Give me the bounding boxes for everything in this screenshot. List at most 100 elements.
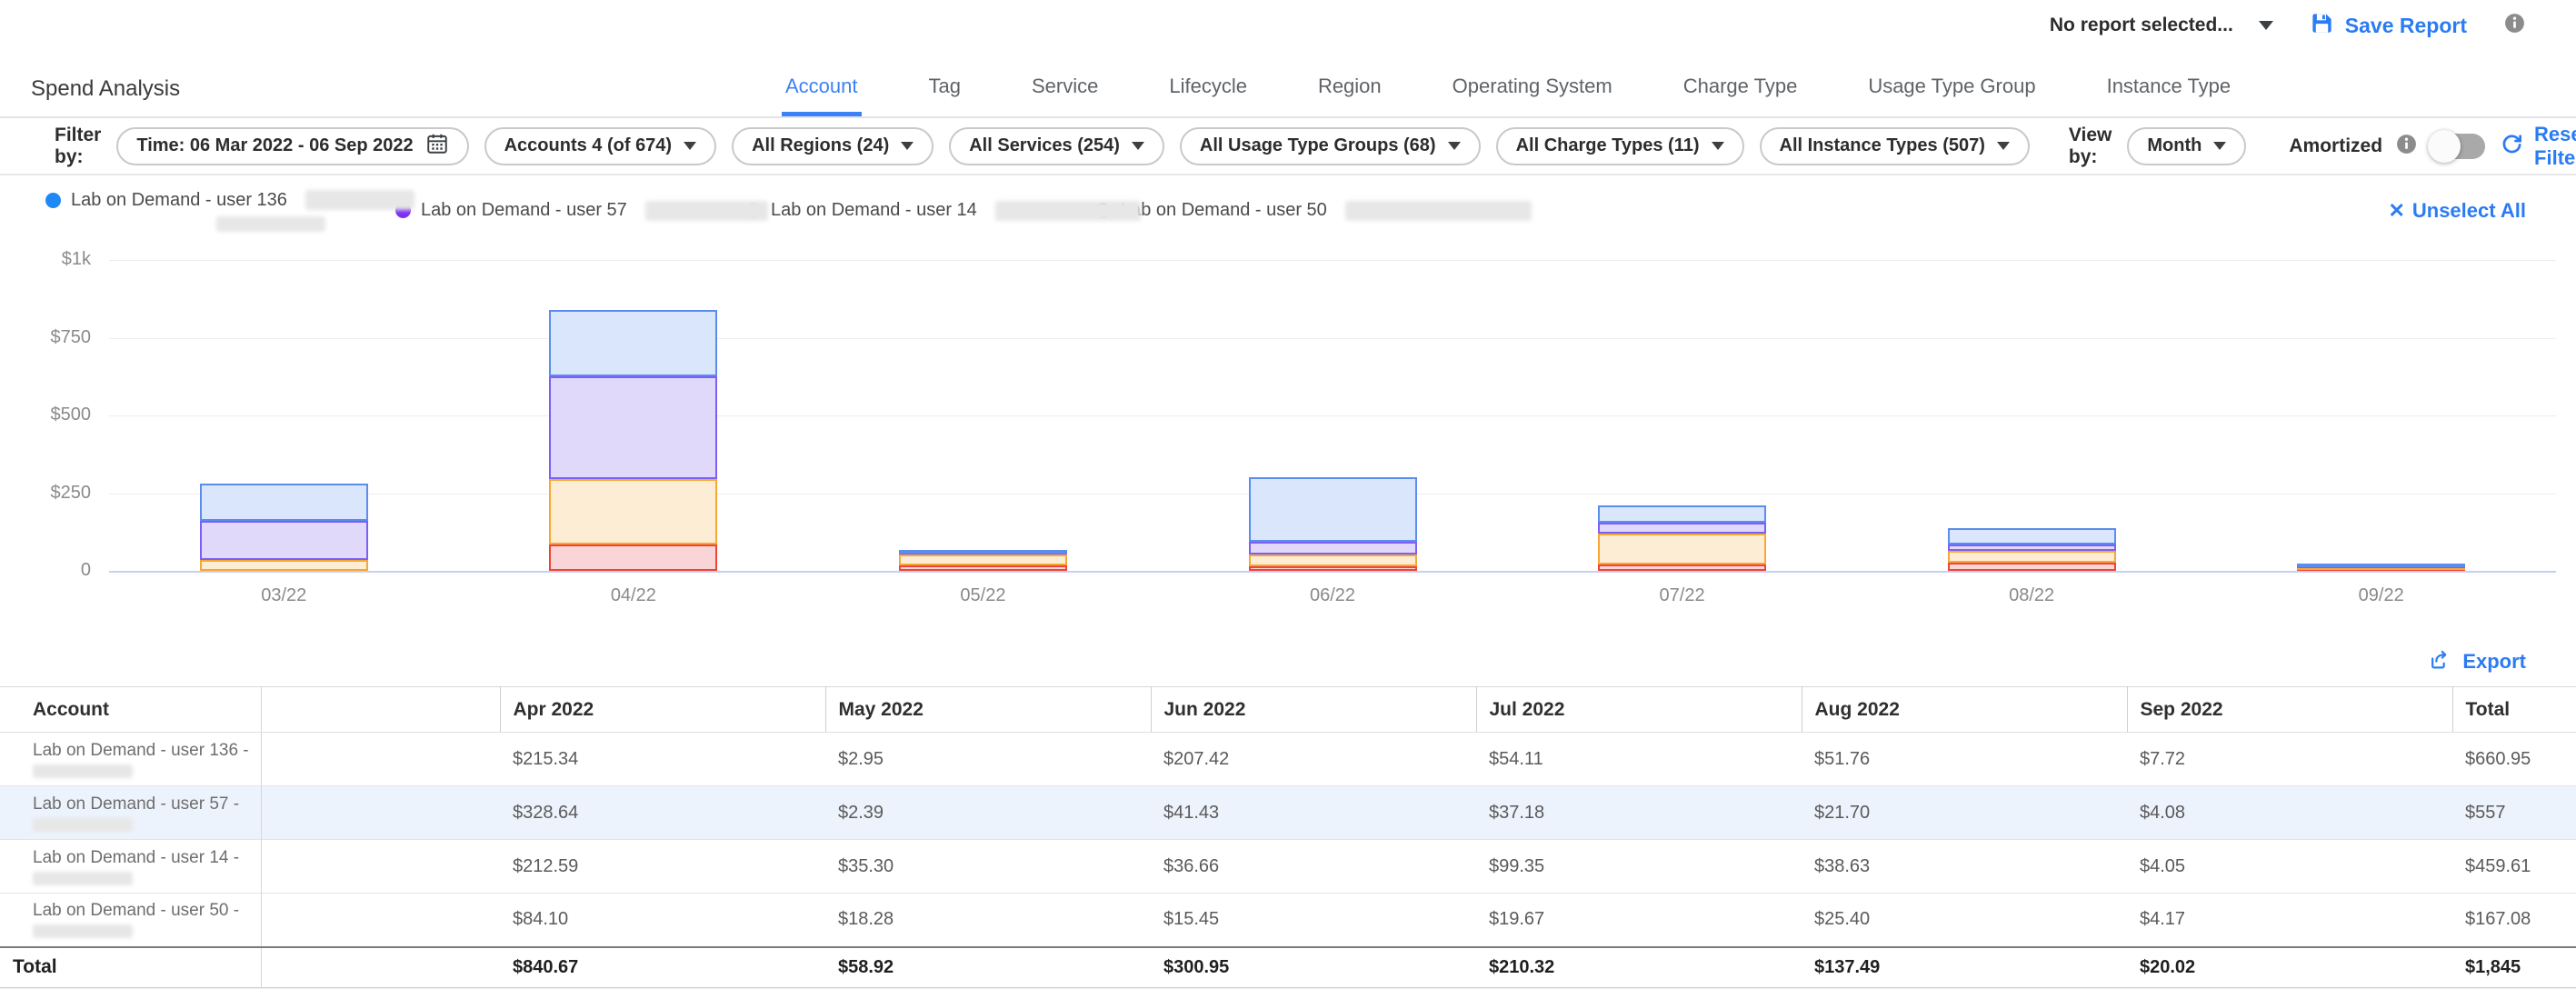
tab-account[interactable]: Account xyxy=(782,75,862,116)
info-icon[interactable] xyxy=(2395,133,2418,160)
gridline xyxy=(109,338,2556,339)
bar-segment[interactable] xyxy=(200,484,368,521)
refresh-icon xyxy=(2501,133,2523,160)
chevron-down-icon xyxy=(2213,142,2226,150)
cell-value: $215.34 xyxy=(500,733,825,786)
cell-value: $36.66 xyxy=(1151,840,1476,894)
amortized-toggle[interactable] xyxy=(2431,134,2485,159)
cell-total: $557 xyxy=(2452,786,2576,840)
column-header-account[interactable]: Account xyxy=(0,687,261,733)
bar-segment[interactable] xyxy=(899,550,1067,554)
column-header-total[interactable]: Total xyxy=(2452,687,2576,733)
table-row[interactable]: Lab on Demand - user 50 - $84.10 $18.28 … xyxy=(0,894,2576,947)
unselect-all-button[interactable]: ✕ Unselect All xyxy=(2388,199,2526,223)
chevron-down-icon xyxy=(1997,142,2010,150)
column-header-jul[interactable]: Jul 2022 xyxy=(1476,687,1802,733)
reset-filters-button[interactable]: Reset Filters xyxy=(2501,123,2576,170)
bar-segment[interactable] xyxy=(1598,505,1766,523)
bar-segment[interactable] xyxy=(1249,542,1417,554)
top-bar: No report selected... Save Report xyxy=(0,0,2576,51)
legend-item-user-50[interactable]: Lab on Demand - user 50 xyxy=(1095,200,1445,221)
bar-segment[interactable] xyxy=(200,560,368,571)
bar-segment[interactable] xyxy=(899,565,1067,571)
cell-value: $207.42 xyxy=(1151,733,1476,786)
bar-segment[interactable] xyxy=(1948,528,2116,544)
bar-segment[interactable] xyxy=(549,479,717,545)
column-header-sep[interactable]: Sep 2022 xyxy=(2127,687,2452,733)
instance-types-filter-value: All Instance Types (507) xyxy=(1780,135,1985,156)
cell-value: $328.64 xyxy=(500,786,825,840)
bar-segment[interactable] xyxy=(1249,554,1417,566)
usage-type-groups-filter-pill[interactable]: All Usage Type Groups (68) xyxy=(1180,127,1481,165)
table-row[interactable]: Lab on Demand - user 14 - $212.59 $35.30… xyxy=(0,840,2576,894)
tab-lifecycle[interactable]: Lifecycle xyxy=(1165,75,1251,116)
tab-tag[interactable]: Tag xyxy=(925,75,964,116)
column-header-may[interactable]: May 2022 xyxy=(825,687,1151,733)
time-filter-pill[interactable]: Time: 06 Mar 2022 - 06 Sep 2022 xyxy=(116,127,468,165)
close-icon: ✕ xyxy=(2388,199,2404,223)
save-report-button[interactable]: Save Report xyxy=(2310,11,2467,40)
tab-region[interactable]: Region xyxy=(1314,75,1385,116)
bar-segment[interactable] xyxy=(1249,477,1417,542)
chevron-down-icon xyxy=(2259,21,2273,30)
bar-segment[interactable] xyxy=(1598,523,1766,534)
redacted-text xyxy=(33,924,133,938)
services-filter-pill[interactable]: All Services (254) xyxy=(949,127,1164,165)
instance-types-filter-pill[interactable]: All Instance Types (507) xyxy=(1760,127,2030,165)
legend-item-user-136[interactable]: Lab on Demand - user 136 xyxy=(45,190,395,232)
x-axis-label: 04/22 xyxy=(611,585,656,606)
tab-service[interactable]: Service xyxy=(1028,75,1102,116)
cell-spacer xyxy=(261,733,500,786)
export-button[interactable]: Export xyxy=(2429,648,2526,675)
bar-segment[interactable] xyxy=(549,544,717,571)
report-selector-dropdown[interactable]: No report selected... xyxy=(2050,15,2273,36)
tab-charge-type[interactable]: Charge Type xyxy=(1680,75,1802,116)
account-name: Lab on Demand - user 50 - xyxy=(33,901,261,920)
bar-segment[interactable] xyxy=(1598,564,1766,571)
table-row[interactable]: Lab on Demand - user 57 - $328.64 $2.39 … xyxy=(0,786,2576,840)
cell-value: $212.59 xyxy=(500,840,825,894)
gridline xyxy=(109,415,2556,416)
legend-item-user-57[interactable]: Lab on Demand - user 57 xyxy=(395,200,745,221)
info-icon[interactable] xyxy=(2503,12,2526,39)
charge-types-filter-pill[interactable]: All Charge Types (11) xyxy=(1496,127,1744,165)
column-header-aug[interactable]: Aug 2022 xyxy=(1802,687,2127,733)
x-axis-label: 08/22 xyxy=(2009,585,2054,606)
regions-filter-pill[interactable]: All Regions (24) xyxy=(732,127,934,165)
column-header-jun[interactable]: Jun 2022 xyxy=(1151,687,1476,733)
table-row[interactable]: Lab on Demand - user 136 - $215.34 $2.95… xyxy=(0,733,2576,786)
cell-total: $660.95 xyxy=(2452,733,2576,786)
bar-segment[interactable] xyxy=(1948,544,2116,551)
bar-segment[interactable] xyxy=(200,521,368,560)
legend-item-user-14[interactable]: Lab on Demand - user 14 xyxy=(745,200,1095,221)
report-selector-value: No report selected... xyxy=(2050,15,2233,36)
bar-segment[interactable] xyxy=(1948,563,2116,571)
services-filter-value: All Services (254) xyxy=(969,135,1120,156)
legend-label: Lab on Demand - user 136 xyxy=(71,190,287,211)
y-axis-tick: 0 xyxy=(81,560,91,581)
calendar-icon xyxy=(425,132,449,161)
bar-segment[interactable] xyxy=(1948,551,2116,563)
chevron-down-icon xyxy=(1448,142,1461,150)
legend-label: Lab on Demand - user 57 xyxy=(421,200,627,221)
cell-value: $84.10 xyxy=(500,894,825,947)
bar-segment[interactable] xyxy=(549,376,717,478)
title-tabs-bar: Spend Analysis Account Tag Service Lifec… xyxy=(0,51,2576,118)
cell-value: $2.39 xyxy=(825,786,1151,840)
bar-segment[interactable] xyxy=(2297,564,2465,567)
bar-segment[interactable] xyxy=(549,310,717,377)
column-header-apr[interactable]: Apr 2022 xyxy=(500,687,825,733)
bar-segment[interactable] xyxy=(899,554,1067,565)
cell-value: $25.40 xyxy=(1802,894,2127,947)
tab-usage-type-group[interactable]: Usage Type Group xyxy=(1864,75,2039,116)
legend-label: Lab on Demand - user 50 xyxy=(1121,200,1327,221)
tab-instance-type[interactable]: Instance Type xyxy=(2103,75,2235,116)
tab-operating-system[interactable]: Operating System xyxy=(1449,75,1616,116)
total-value: $300.95 xyxy=(1151,947,1476,988)
bar-segment[interactable] xyxy=(1598,534,1766,564)
cell-spacer xyxy=(261,947,500,988)
save-report-label: Save Report xyxy=(2345,14,2467,38)
view-by-dropdown[interactable]: Month xyxy=(2127,127,2246,165)
accounts-filter-pill[interactable]: Accounts 4 (of 674) xyxy=(484,127,716,165)
bar-segment[interactable] xyxy=(1249,566,1417,571)
